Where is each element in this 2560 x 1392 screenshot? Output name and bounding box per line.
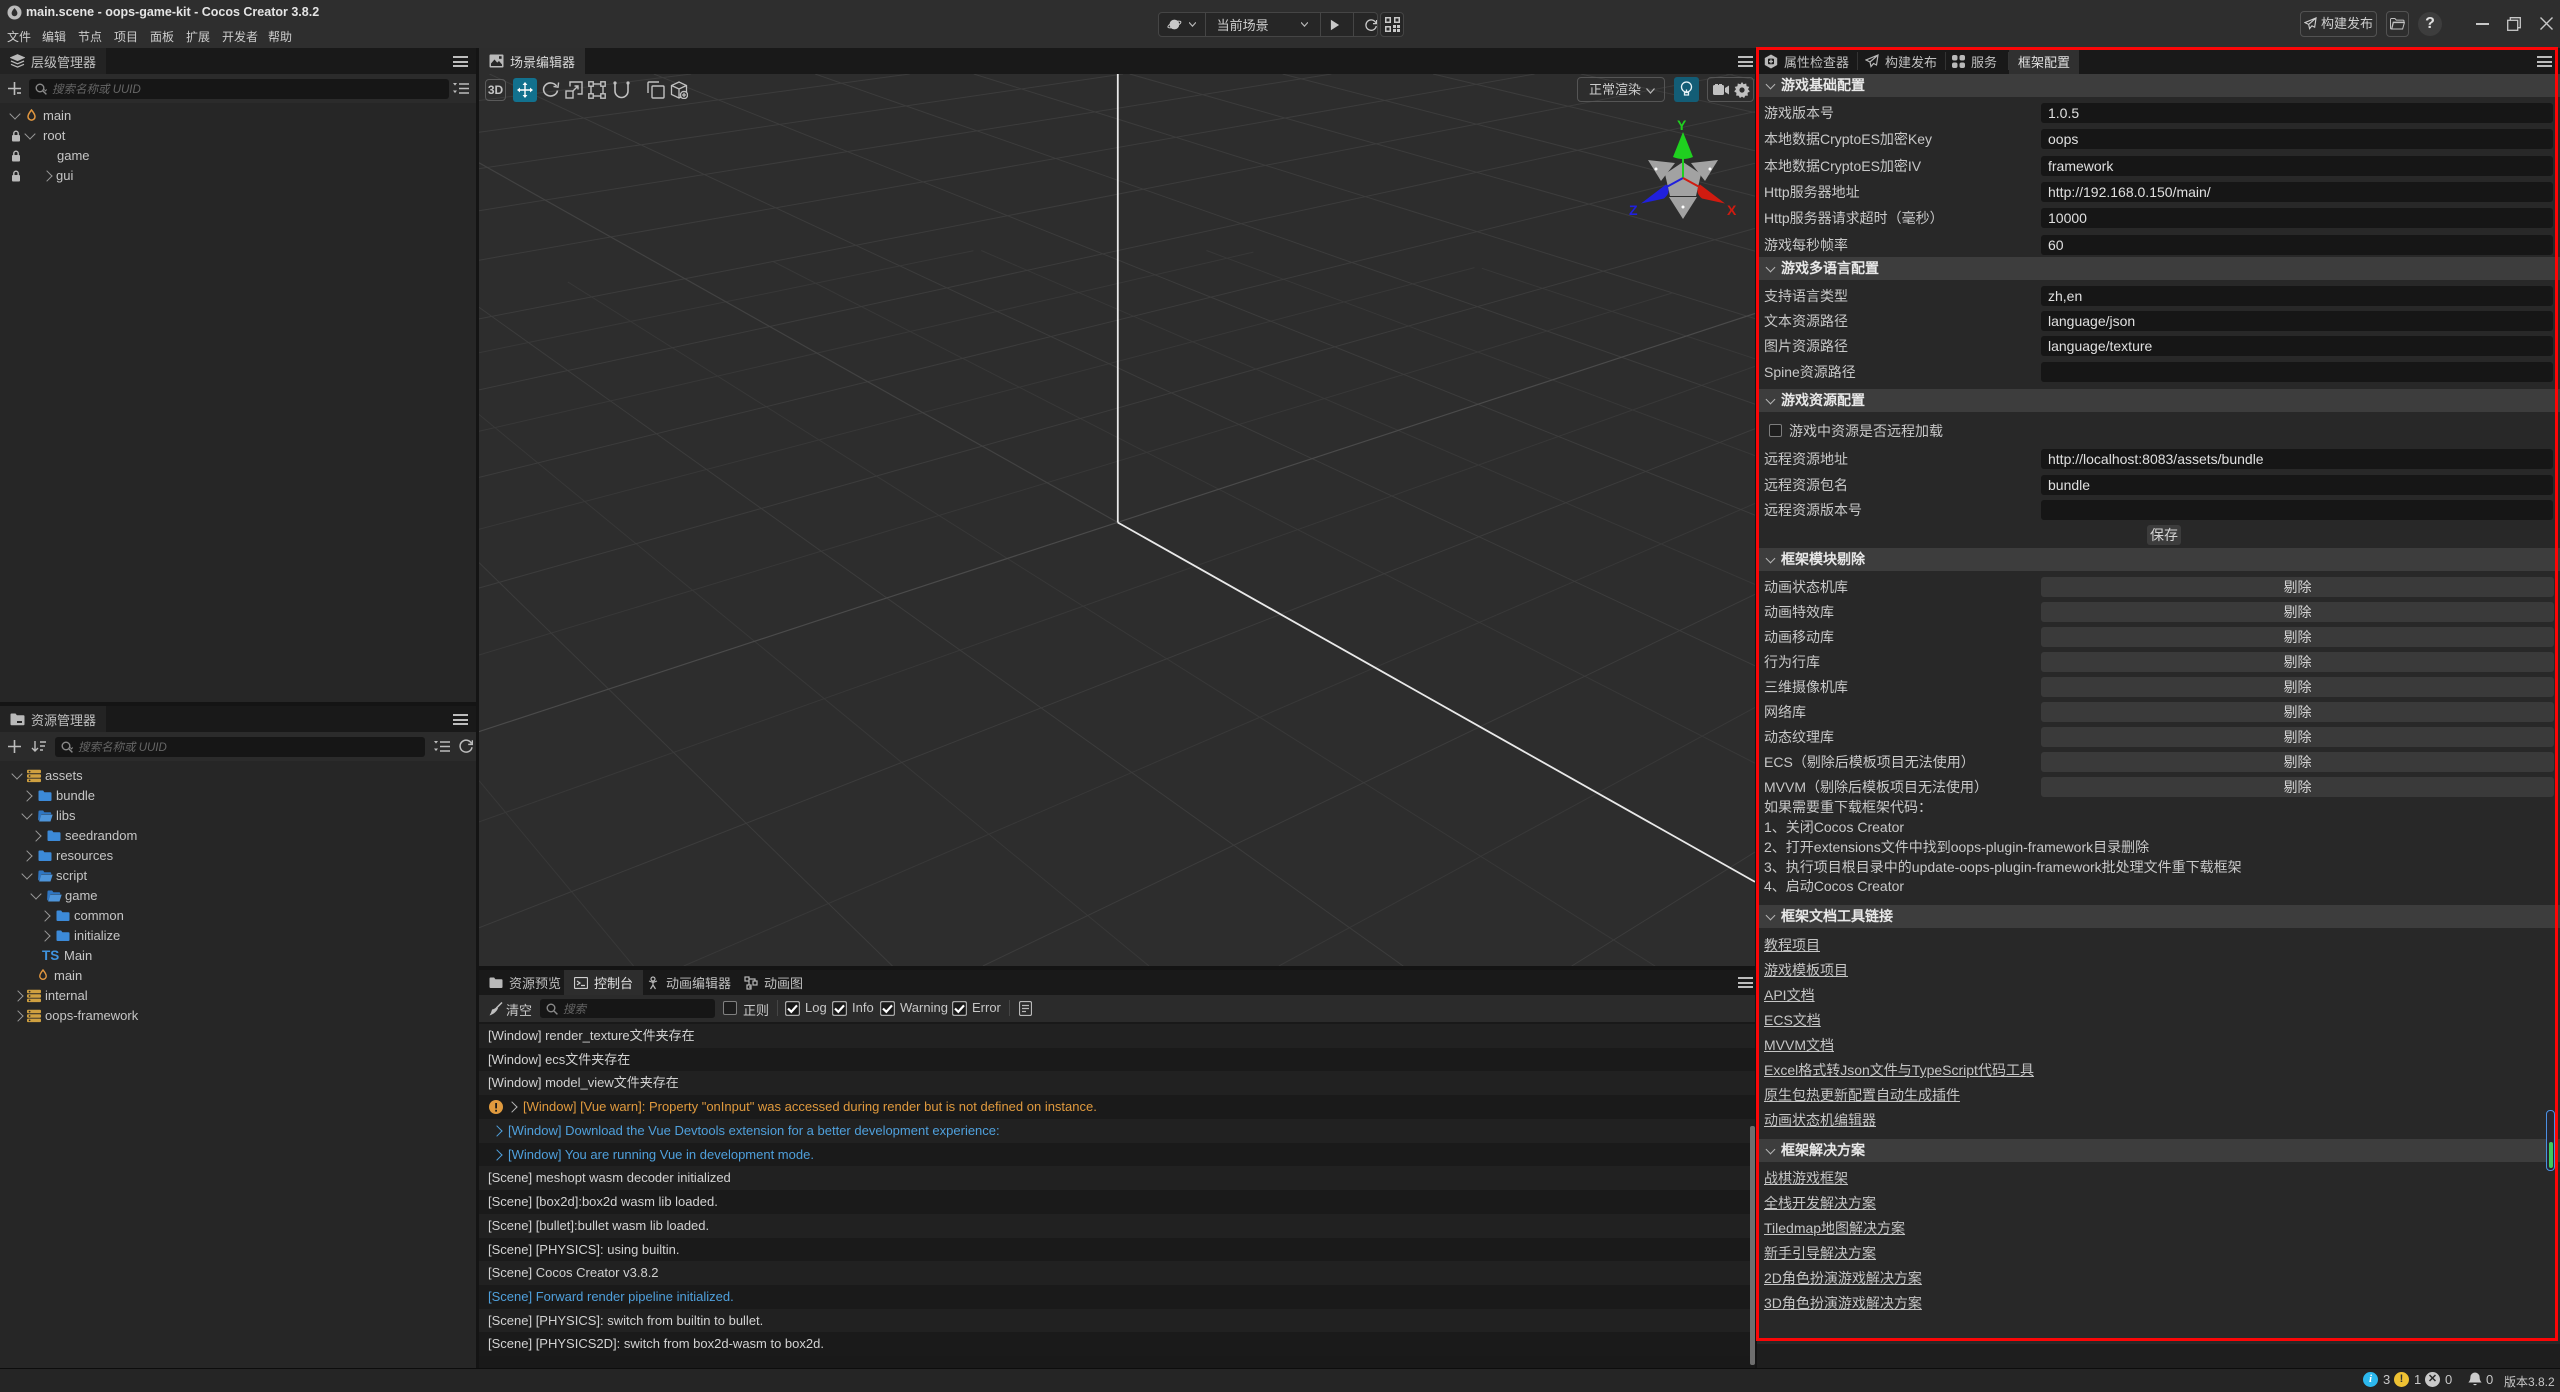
svg-text:Y: Y <box>1677 117 1687 133</box>
svg-text:Z: Z <box>1629 202 1638 218</box>
svg-text:X: X <box>1727 202 1737 218</box>
